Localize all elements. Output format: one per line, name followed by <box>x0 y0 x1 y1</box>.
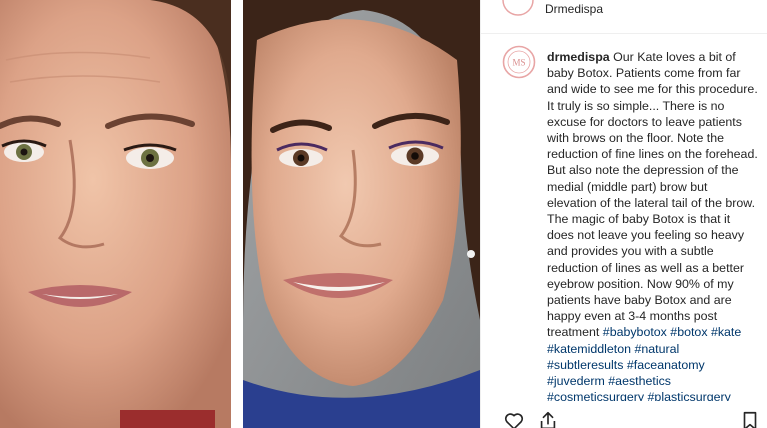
avatar-monogram: MS <box>512 58 525 68</box>
after-photo <box>243 0 480 428</box>
header-username[interactable]: Drmedispa <box>545 2 603 16</box>
caption-text: Our Kate loves a bit of baby Botox. Pati… <box>547 50 758 340</box>
action-bar <box>481 404 767 428</box>
post-side-panel: Drmedispa MS drmedispa Our Kate loves a … <box>480 0 767 428</box>
post-header: Drmedispa <box>481 0 767 34</box>
caption-username[interactable]: drmedispa <box>547 50 610 64</box>
caption-avatar[interactable]: MS <box>502 45 536 79</box>
heart-icon[interactable] <box>503 410 527 428</box>
header-avatar[interactable] <box>502 0 534 16</box>
bookmark-icon[interactable] <box>740 410 764 428</box>
before-photo <box>0 0 231 428</box>
share-icon[interactable] <box>537 410 561 428</box>
post-caption: drmedispa Our Kate loves a bit of baby B… <box>547 49 759 401</box>
post-image[interactable] <box>0 0 480 428</box>
